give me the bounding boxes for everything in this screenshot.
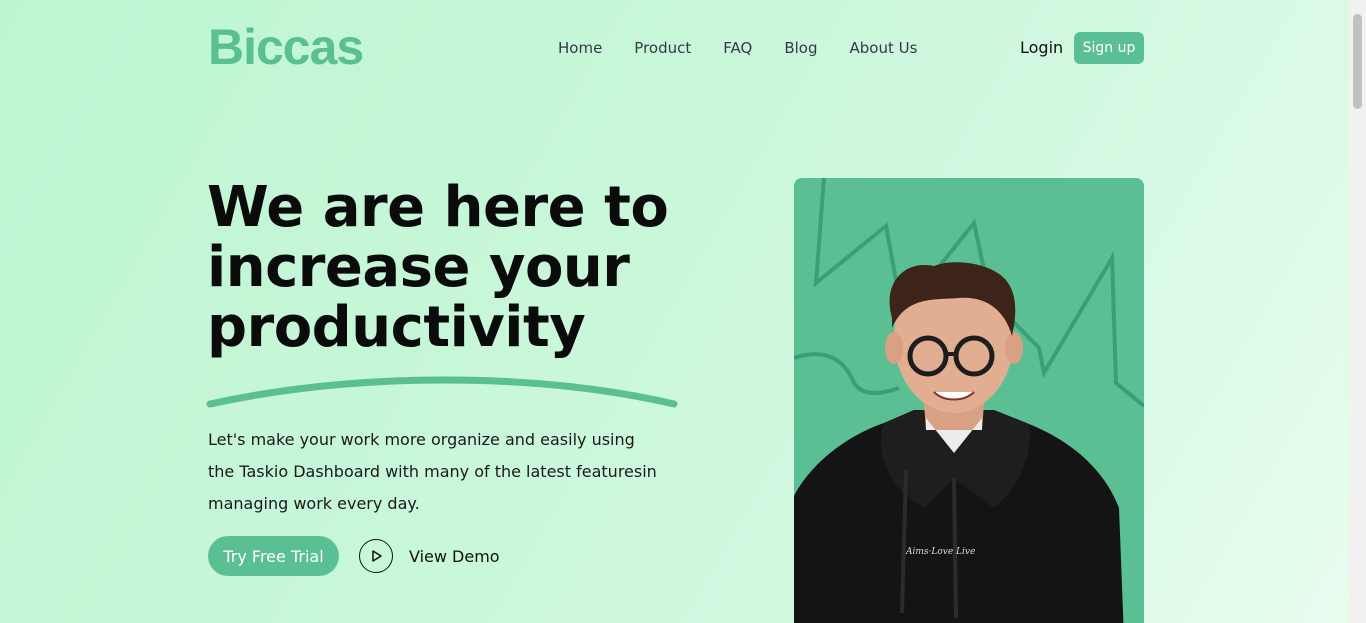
scrollbar-thumb[interactable] <box>1353 14 1362 109</box>
signup-button[interactable]: Sign up <box>1074 32 1144 64</box>
login-link[interactable]: Login <box>1020 38 1063 58</box>
view-demo-button[interactable]: View Demo <box>359 539 500 573</box>
hero-headline: We are here to increase your productivit… <box>207 178 727 358</box>
nav-item-about-us[interactable]: About Us <box>849 38 917 58</box>
main-nav: Home Product FAQ Blog About Us <box>558 38 949 58</box>
headline-line-1: We are here to <box>207 175 669 240</box>
try-free-trial-button[interactable]: Try Free Trial <box>208 536 339 576</box>
nav-item-faq[interactable]: FAQ <box>723 38 752 58</box>
page-scrollbar[interactable] <box>1349 0 1366 623</box>
nav-item-home[interactable]: Home <box>558 38 602 58</box>
nav-item-product[interactable]: Product <box>634 38 691 58</box>
view-demo-label: View Demo <box>409 546 500 566</box>
hero-image: Aims·Love Live <box>794 178 1144 623</box>
headline-line-3: productivity <box>207 295 586 360</box>
play-icon <box>359 539 393 573</box>
headline-line-2: increase your <box>207 235 630 300</box>
nav-item-blog[interactable]: Blog <box>784 38 817 58</box>
headline-underline <box>206 376 678 408</box>
svg-text:Aims·Love Live: Aims·Love Live <box>905 547 975 557</box>
hero-photo-illustration: Aims·Love Live <box>794 178 1144 623</box>
logo[interactable]: Biccas <box>208 18 364 76</box>
hero-description: Let's make your work more organize and e… <box>208 430 657 513</box>
